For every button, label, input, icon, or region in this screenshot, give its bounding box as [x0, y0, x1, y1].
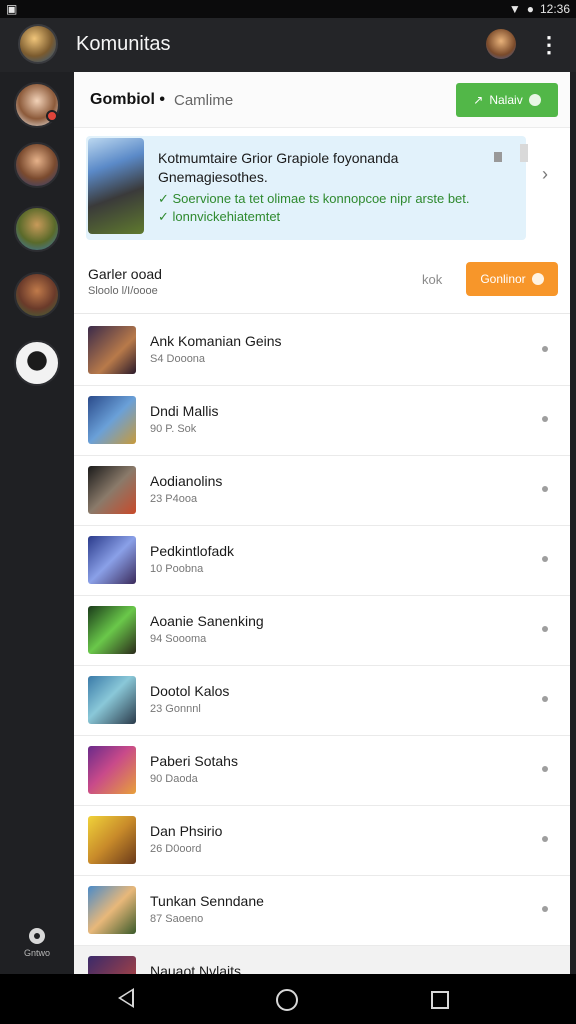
- system-nav-bar: [0, 974, 576, 1024]
- item-name: Ank Komanian Geins: [150, 333, 282, 349]
- list-item[interactable]: Dan Phsirio 26 D0oord: [74, 806, 570, 876]
- section-ok-text[interactable]: kok: [422, 272, 442, 287]
- item-name: Dndi Mallis: [150, 403, 219, 419]
- toolbar-subheading: Camlime: [174, 92, 234, 109]
- list-item[interactable]: Tunkan Senndane 87 Saoeno: [74, 876, 570, 946]
- sidebar-bottom[interactable]: Gntwo: [0, 928, 74, 958]
- eye-icon: [29, 928, 45, 944]
- item-more-icon[interactable]: [542, 696, 548, 702]
- content-toolbar: Gombiol • Camlime ↗ Nalaiv: [74, 72, 570, 128]
- item-thumbnail: [88, 606, 136, 654]
- arrow-icon: ↗: [473, 93, 484, 107]
- list-item[interactable]: Aoanie Sanenking 94 Soooma: [74, 596, 570, 666]
- right-gutter: [570, 72, 576, 974]
- item-meta: 90 Daoda: [150, 773, 198, 785]
- sidebar-avatar-5[interactable]: [14, 340, 60, 386]
- list-item[interactable]: Ank Komanian Geins S4 Dooona: [74, 316, 570, 386]
- section-header: Garler ooad Sloolo l/I/oooe kok Gonlinor: [74, 254, 570, 314]
- item-meta: 94 Soooma: [150, 633, 207, 645]
- page-title: Komunitas: [76, 33, 171, 55]
- item-more-icon[interactable]: [542, 416, 548, 422]
- status-icons: ▼ ● 12:36: [509, 2, 570, 16]
- list-item[interactable]: Dootol Kalos 23 Gonnnl: [74, 666, 570, 736]
- item-meta: 87 Saoeno: [150, 913, 204, 925]
- item-more-icon[interactable]: [542, 766, 548, 772]
- section-action-label: Gonlinor: [480, 272, 526, 286]
- item-more-icon[interactable]: [542, 836, 548, 842]
- wifi-icon: ▼: [508, 2, 521, 16]
- main-content: Gombiol • Camlime ↗ Nalaiv Kotmumtaire G…: [74, 72, 570, 974]
- info-banner[interactable]: Kotmumtaire Grior Grapiole foyonanda Gne…: [86, 136, 526, 240]
- recents-icon[interactable]: [431, 991, 449, 1009]
- item-name: Aodianolins: [150, 473, 223, 489]
- banner-line-4: ✓ lonnvickehiatemtet: [158, 209, 281, 224]
- item-thumbnail: [88, 326, 136, 374]
- item-name: Dan Phsirio: [150, 823, 223, 839]
- banner-line-2: Gnemagiesothes.: [158, 169, 268, 185]
- status-bar: ▣ ▼ ● 12:36: [0, 0, 576, 18]
- status-icon-left: ▣: [6, 2, 18, 16]
- chevron-right-icon[interactable]: ›: [542, 164, 548, 185]
- item-thumbnail: [88, 676, 136, 724]
- banner-badge: [494, 152, 502, 162]
- item-name: Tunkan Senndane: [150, 893, 264, 909]
- section-subtitle: Sloolo l/I/oooe: [88, 285, 158, 297]
- list-item[interactable]: Paberi Sotahs 90 Daoda: [74, 736, 570, 806]
- primary-action-label: Nalaiv: [489, 93, 523, 107]
- sidebar-avatar-2[interactable]: [14, 142, 60, 188]
- item-meta: 90 P. Sok: [150, 423, 197, 435]
- item-name: Nauaot Nvlaits: [150, 963, 242, 974]
- sidebar-avatar-3[interactable]: [14, 206, 60, 252]
- item-name: Dootol Kalos: [150, 683, 230, 699]
- item-meta: S4 Dooona: [150, 353, 206, 365]
- item-thumbnail: [88, 746, 136, 794]
- item-meta: 10 Poobna: [150, 563, 204, 575]
- app-logo[interactable]: [18, 24, 58, 64]
- list-item[interactable]: Nauaot Nvlaits: [74, 946, 570, 974]
- item-more-icon[interactable]: [542, 346, 548, 352]
- section-title: Garler ooad: [88, 266, 162, 282]
- item-list: Ank Komanian Geins S4 Dooona Dndi Mallis…: [74, 316, 570, 974]
- app-bar: Komunitas ⋮: [0, 18, 576, 72]
- circle-icon: [531, 273, 544, 285]
- item-meta: 23 Gonnnl: [150, 703, 201, 715]
- item-name: Aoanie Sanenking: [150, 613, 264, 629]
- item-more-icon[interactable]: [542, 556, 548, 562]
- item-thumbnail: [88, 466, 136, 514]
- more-options-icon[interactable]: ⋮: [538, 32, 560, 58]
- user-avatar[interactable]: [486, 29, 516, 59]
- item-name: Paberi Sotahs: [150, 753, 238, 769]
- item-more-icon[interactable]: [542, 626, 548, 632]
- section-action-button[interactable]: Gonlinor: [466, 262, 558, 296]
- primary-action-button[interactable]: ↗ Nalaiv: [456, 83, 558, 117]
- banner-thumbnail: [88, 138, 144, 234]
- item-thumbnail: [88, 816, 136, 864]
- list-item[interactable]: Aodianolins 23 P4ooa: [74, 456, 570, 526]
- item-thumbnail: [88, 536, 136, 584]
- scrollbar[interactable]: [520, 144, 528, 162]
- circle-icon: [528, 94, 541, 106]
- item-more-icon[interactable]: [542, 486, 548, 492]
- list-item[interactable]: Dndi Mallis 90 P. Sok: [74, 386, 570, 456]
- item-more-icon[interactable]: [542, 906, 548, 912]
- item-meta: 23 P4ooa: [150, 493, 198, 505]
- item-name: Pedkintlofadk: [150, 543, 235, 559]
- status-time: 12:36: [539, 2, 570, 16]
- notification-dot: [46, 110, 58, 122]
- list-item[interactable]: Pedkintlofadk 10 Poobna: [74, 526, 570, 596]
- banner-line-3: ✓ Soervione ta tet olimae ts konnopcoe n…: [158, 191, 470, 206]
- banner-line-1: Kotmumtaire Grior Grapiole foyonanda: [158, 150, 399, 166]
- back-icon[interactable]: [118, 988, 134, 1008]
- item-thumbnail: [88, 956, 136, 974]
- sidebar-bottom-label: Gntwo: [23, 948, 50, 958]
- item-thumbnail: [88, 396, 136, 444]
- item-thumbnail: [88, 886, 136, 934]
- sidebar-avatar-4[interactable]: [14, 272, 60, 318]
- toolbar-heading: Gombiol •: [90, 91, 165, 108]
- item-meta: 26 D0oord: [150, 843, 202, 855]
- sidebar: Gntwo: [0, 72, 74, 974]
- battery-icon: ●: [526, 2, 534, 16]
- home-icon[interactable]: [276, 989, 298, 1011]
